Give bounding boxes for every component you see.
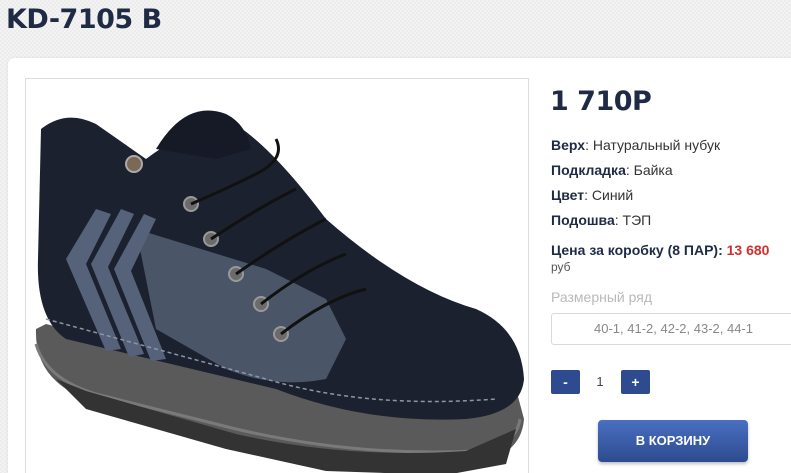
add-to-cart-button[interactable]: В КОРЗИНУ [598, 420, 748, 462]
box-price-label: Цена за коробку (8 ПАР): [551, 242, 723, 258]
shoe-illustration [34, 110, 524, 473]
quantity-decrement-button[interactable]: - [551, 370, 580, 394]
spec-label: Подошва [551, 212, 615, 228]
spec-label: Цвет [551, 187, 585, 203]
spec-value: Натуральный нубук [592, 137, 721, 153]
currency-label: руб [551, 260, 571, 274]
spec-upper: Верх: Натуральный нубук [551, 137, 721, 153]
box-price-value: 13 680 [726, 242, 770, 258]
page-title: KD-7105 B [6, 4, 162, 35]
product-price: 1 710Р [550, 86, 652, 117]
quantity-value[interactable]: 1 [590, 370, 610, 394]
spec-label: Подкладка [551, 162, 626, 178]
spec-value: Синий [591, 187, 634, 203]
size-range-label: Размерный ряд [551, 289, 653, 305]
quantity-increment-button[interactable]: + [621, 370, 650, 394]
spec-lining: Подкладка: Байка [551, 162, 673, 178]
spec-label: Верх [551, 137, 586, 153]
spec-color: Цвет: Синий [551, 187, 634, 203]
box-price: Цена за коробку (8 ПАР): 13 680 [551, 242, 769, 258]
spec-sole: Подошва: ТЭП [551, 212, 652, 228]
spec-value: ТЭП [622, 212, 652, 228]
spec-value: Байка [633, 162, 673, 178]
product-image[interactable] [25, 78, 529, 473]
size-range-select[interactable]: 40-1, 41-2, 42-2, 43-2, 44-1 [551, 313, 791, 345]
